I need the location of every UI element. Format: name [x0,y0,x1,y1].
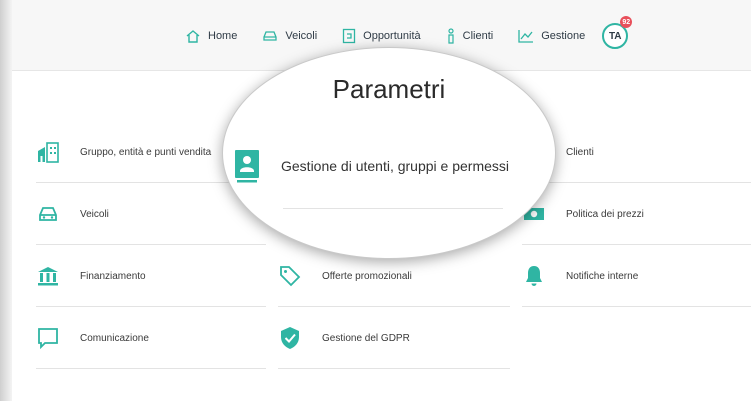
bank-icon [38,267,58,286]
nav-opportunita[interactable]: Opportunità [342,28,421,44]
nav-gestione-label: Gestione [541,30,586,42]
chart-icon [518,30,534,43]
magnifier-callout: Parametri Gestione di utenti, gruppi e p… [222,47,556,259]
param-label: Notifiche interne [566,270,639,282]
param-comunicazione[interactable]: Comunicazione [36,308,266,369]
param-gdpr[interactable]: Gestione del GDPR [278,308,510,369]
shield-check-icon [281,327,299,349]
user-avatar[interactable]: TA 92 [602,16,633,49]
param-gestione-utenti[interactable]: Gestione di utenti, gruppi e permessi [233,136,553,196]
param-label: Offerte promozionali [322,270,412,282]
nav-home[interactable]: Home [185,29,237,43]
nav-opportunita-label: Opportunità [363,30,421,42]
nav-veicoli[interactable]: Veicoli [262,30,317,42]
param-label: Gestione del GDPR [322,332,410,344]
param-label: Finanziamento [80,270,146,282]
page-title: Parametri [332,74,446,104]
param-label: Clienti [566,146,594,158]
param-label: Politica dei prezzi [566,208,644,220]
nav-veicoli-label: Veicoli [285,30,318,42]
bell-icon [526,266,542,286]
param-clienti[interactable]: Clienti [522,122,751,183]
building-icon [38,142,59,163]
nav-gestione[interactable]: Gestione [518,29,585,43]
param-label: Comunicazione [80,332,149,344]
main-nav: Home Veicoli Opportunità Clienti Gestion… [185,16,633,50]
param-label: Veicoli [80,208,109,220]
avatar-initials: TA [608,30,622,42]
param-veicoli[interactable]: Veicoli [36,184,266,245]
left-rail [0,0,12,401]
car-icon [39,207,57,221]
contact-book-icon [235,150,259,183]
car-icon [263,31,277,41]
chat-icon [38,328,58,349]
divider [283,208,503,209]
param-label: Gestione di utenti, gruppi e permessi [281,158,510,174]
param-finanziamento[interactable]: Finanziamento [36,246,266,307]
home-icon [186,30,200,43]
nav-clienti-label: Clienti [462,30,494,42]
person-icon [448,28,454,44]
nav-clienti[interactable]: Clienti [446,28,494,44]
tag-icon [280,266,301,287]
document-icon [342,28,356,44]
nav-home-label: Home [208,30,238,42]
param-notifiche-interne[interactable]: Notifiche interne [522,246,751,307]
param-label: Gruppo, entità e punti vendita [80,146,212,158]
param-politica-prezzi[interactable]: Politica dei prezzi [522,184,751,245]
